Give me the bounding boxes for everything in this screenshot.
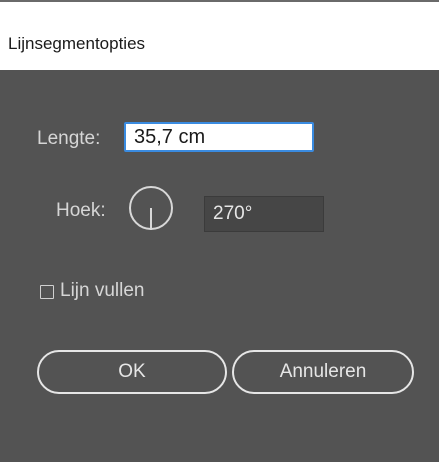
ok-button[interactable]: OK [37,350,227,394]
angle-label: Hoek: [56,200,106,221]
angle-dial[interactable] [129,186,173,230]
dialog-title: Lijnsegmentopties [8,34,146,53]
cancel-button[interactable]: Annuleren [232,350,414,394]
length-input[interactable] [124,122,314,152]
fill-line-label: Lijn vullen [60,280,145,301]
length-label: Lengte: [37,128,101,149]
fill-line-checkbox[interactable] [40,285,54,299]
dialog-titlebar: Lijnsegmentopties [0,0,439,70]
dialog-body: Lengte: Hoek: 270° Lijn vullen OK Annule… [0,70,439,462]
angle-input[interactable]: 270° [204,196,324,232]
angle-dial-needle [150,208,152,230]
titlebar-divider [0,0,439,2]
